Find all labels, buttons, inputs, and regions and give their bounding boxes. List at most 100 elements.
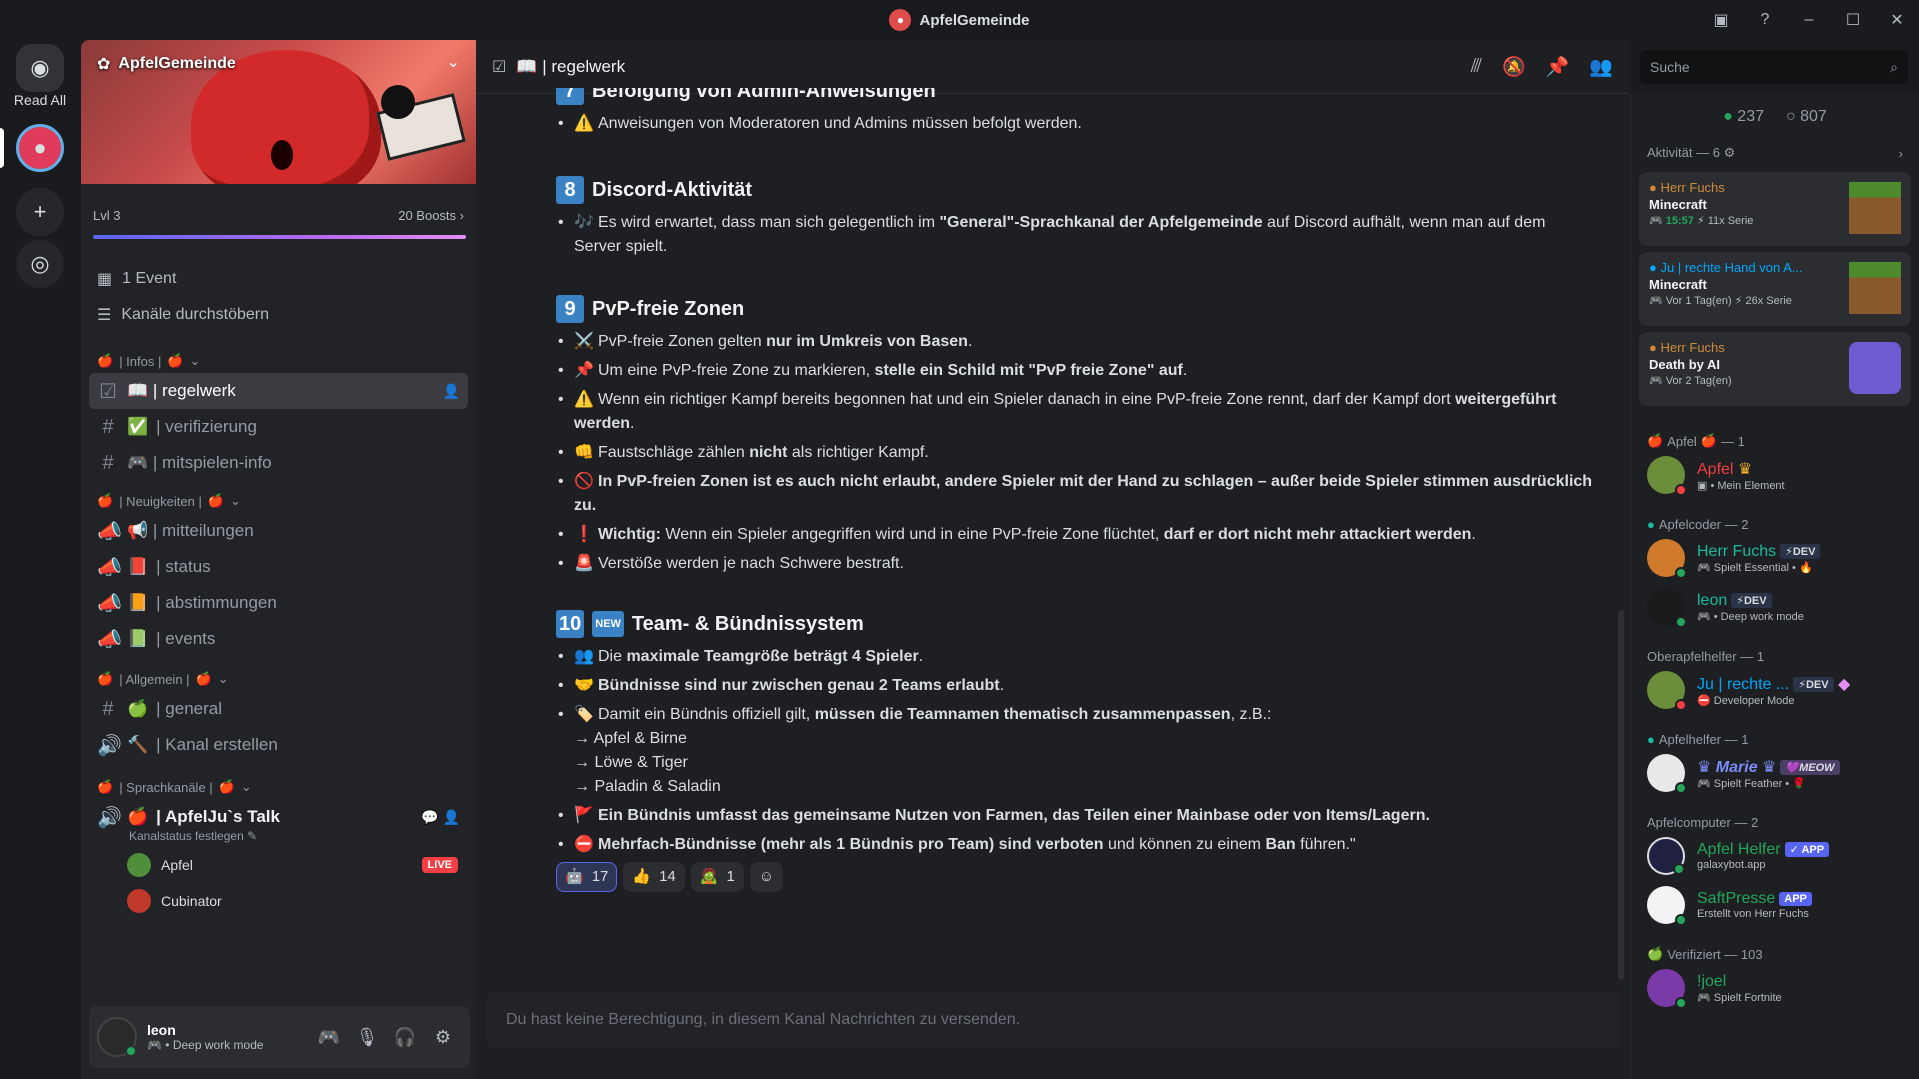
threads-icon[interactable]: ⫻: [1471, 56, 1482, 78]
member-list-icon[interactable]: 👥: [1589, 55, 1613, 79]
reaction-custom-emoji-2[interactable]: 🧟 1: [690, 862, 744, 892]
server-rail: ◉ Read All ● + ◎: [0, 40, 80, 1079]
green-apple-icon: 🍏: [1647, 946, 1664, 961]
search-input[interactable]: Suche ⌕: [1640, 50, 1908, 84]
activity-card[interactable]: ● Ju | rechte Hand von A... Minecraft 🎮 …: [1639, 252, 1911, 326]
category-neuigkeiten[interactable]: 🍎 | Neuigkeiten | 🍎 ⌄: [81, 489, 476, 513]
user-name[interactable]: leon: [147, 1022, 310, 1038]
hash-icon: #: [102, 415, 114, 438]
user-avatar[interactable]: [97, 1017, 137, 1057]
rule-item: 📌Um eine PvP-freie Zone zu markieren, st…: [556, 359, 1596, 383]
activity-header-label: Aktivität — 6: [1647, 145, 1720, 160]
member-name: Apfel Helfer ✓ APP: [1697, 841, 1830, 859]
settings-gear-icon[interactable]: ⚙: [424, 1027, 462, 1048]
chevron-down-icon[interactable]: ⌄: [447, 52, 460, 72]
rule-item: 👥Die maximale Teamgröße beträgt 4 Spiele…: [556, 645, 1596, 669]
headphones-icon[interactable]: 🎧: [386, 1027, 424, 1048]
dev-tag-text: DEV: [1805, 678, 1829, 691]
exclamation-icon: ❗: [574, 526, 594, 543]
activity-card[interactable]: ● Herr Fuchs Death by AI 🎮 Vor 2 Tag(en): [1639, 332, 1911, 406]
controller-icon[interactable]: 🎮: [310, 1027, 348, 1048]
prohibited-icon: 🚫: [574, 473, 594, 490]
member-leon[interactable]: leon ⚡DEV 🎮 • Deep work mode: [1631, 584, 1919, 630]
member-apfel-helfer[interactable]: Apfel Helfer ✓ APP galaxybot.app: [1631, 833, 1919, 879]
rule-text: , z.B.:: [1230, 706, 1272, 723]
apple-icon: 🍎: [167, 353, 184, 368]
mute-notifications-icon[interactable]: 🔕: [1502, 55, 1526, 79]
help-icon[interactable]: ?: [1743, 11, 1787, 29]
activity-card[interactable]: ● Herr Fuchs Minecraft 🎮 15:57 ⚡ 11x Ser…: [1639, 172, 1911, 246]
reaction-thumbs-up[interactable]: 👍 14: [623, 862, 685, 892]
voice-channel-apfelju-talk[interactable]: 🔊 🍎 | ApfelJu`s Talk 💬 👤: [89, 799, 468, 835]
channel-events[interactable]: 📣 📗 | events: [89, 621, 468, 657]
channel-mitteilungen[interactable]: 📣 📢 | mitteilungen: [89, 513, 468, 549]
read-all-label[interactable]: Read All: [0, 92, 80, 108]
speaker-icon: 🔊: [97, 734, 122, 757]
add-server-icon[interactable]: +: [16, 188, 64, 236]
rule-number-badge: 8: [556, 176, 584, 204]
apple-icon: 🍎: [1700, 433, 1718, 448]
microphone-icon[interactable]: 🎙: [348, 1027, 386, 1048]
role-group-apfelhelfer: ● Apfelhelfer — 1: [1631, 728, 1919, 750]
member-herr-fuchs[interactable]: Herr Fuchs ⚡DEV 🎮 Spielt Essential • 🔥: [1631, 535, 1919, 581]
pinned-messages-icon[interactable]: 📌: [1546, 55, 1570, 79]
server-level: Lvl 3: [93, 208, 121, 223]
category-infos[interactable]: 🍎 | Infos | 🍎 ⌄: [81, 349, 476, 373]
category-allgemein[interactable]: 🍎 | Allgemein | 🍎 ⌄: [81, 667, 476, 691]
avatar: [1647, 671, 1687, 711]
server-name[interactable]: ✿ ApfelGemeinde: [97, 54, 236, 74]
member-name: ♛ Marie ♛ 💜MEOW: [1697, 757, 1840, 777]
add-reaction-button[interactable]: ☺: [749, 862, 784, 892]
server-boosts[interactable]: 20 Boosts ›: [398, 208, 464, 223]
member-apfel[interactable]: Apfel ♛ ▣ • Mein Element: [1631, 452, 1919, 498]
rule-heading: 8 Discord-Aktivität: [556, 175, 1596, 205]
member-name-text: SaftPresse: [1697, 890, 1776, 907]
category-sprachkanaele[interactable]: 🍎 | Sprachkanäle | 🍎 ⌄: [81, 775, 476, 799]
channel-abstimmungen-label: | abstimmungen: [156, 593, 277, 612]
member-status-text: Spielt Fortnite: [1713, 991, 1782, 1004]
channel-mitspielen-info[interactable]: # 🎮 | mitspielen-info: [89, 445, 468, 481]
minimize-button[interactable]: –: [1787, 11, 1831, 29]
boost-level-row[interactable]: Lvl 3 20 Boosts ›: [81, 184, 476, 223]
activity-header[interactable]: Aktivität — 6 ⚙ ›: [1631, 142, 1919, 164]
close-button[interactable]: ✕: [1875, 10, 1919, 30]
app-tag-text: APP: [1801, 844, 1825, 857]
direct-messages-icon[interactable]: ◉: [16, 44, 64, 92]
reaction-custom-emoji[interactable]: 🤖 17: [556, 862, 618, 892]
channel-abstimmungen[interactable]: 📣 📙 | abstimmungen: [89, 585, 468, 621]
server-banner[interactable]: ✿ ApfelGemeinde ⌄: [81, 40, 476, 184]
role-group-apfelcoder: ● Apfelcoder — 2: [1631, 513, 1919, 535]
member-marie[interactable]: ♛ Marie ♛ 💜MEOW 🎮 Spielt Feather • 🌹: [1631, 750, 1919, 796]
member-ju[interactable]: Ju | rechte ... ⚡DEV ◆ ⛔ Developer Mode: [1631, 667, 1919, 713]
rule-title: Team- & Bündnissystem: [631, 613, 864, 635]
meow-tag-text: MEOW: [1799, 761, 1835, 774]
apple-icon: 🍎: [97, 779, 114, 794]
voice-user-apfel[interactable]: Apfel LIVE: [81, 847, 476, 883]
channel-regelwerk[interactable]: ☑ 📖 | regelwerk 👤: [89, 373, 468, 409]
voice-user-cubinator[interactable]: Cubinator: [81, 883, 476, 919]
rule-text: .: [999, 677, 1005, 694]
events-link[interactable]: ▦ 1 Event: [81, 261, 476, 297]
avatar: [1647, 969, 1687, 1009]
member-joel[interactable]: !joel 🎮 Spielt Fortnite: [1631, 965, 1919, 1011]
inbox-icon[interactable]: ▣: [1699, 10, 1743, 30]
channel-general[interactable]: # 🍏 | general: [89, 691, 468, 727]
status-dot: [1675, 699, 1687, 711]
channel-verifizierung[interactable]: # ✅ | verifizierung: [89, 409, 468, 445]
member-saftpresse[interactable]: SaftPresse APP Erstellt von Herr Fuchs: [1631, 882, 1919, 928]
server-apfelgemeinde-icon[interactable]: ●: [16, 124, 64, 172]
avatar-icon: ●: [1649, 180, 1657, 195]
rule-text-bold: maximale Teamgröße beträgt 4 Spieler: [626, 648, 919, 665]
channel-status[interactable]: 📣 📕 | status: [89, 549, 468, 585]
channel-kanal-erstellen[interactable]: 🔊 🔨 | Kanal erstellen: [89, 727, 468, 763]
maximize-button[interactable]: ☐: [1831, 10, 1875, 30]
browse-channels-link[interactable]: ☰ Kanäle durchstöbern: [81, 297, 476, 333]
chat-scrollbar[interactable]: [1618, 610, 1624, 980]
chat-icon[interactable]: 💬 👤: [421, 809, 460, 826]
rule-section-7: 7 Befolgung von Admin-Anweisungen ⚠️Anwei…: [556, 88, 1596, 136]
activity-time: Vor 1 Tag(en): [1665, 295, 1732, 307]
discover-icon[interactable]: ◎: [16, 240, 64, 288]
add-member-icon[interactable]: 👤: [443, 383, 460, 400]
member-status-text: galaxybot.app: [1697, 859, 1766, 871]
apple-icon: 🍎: [218, 779, 235, 794]
